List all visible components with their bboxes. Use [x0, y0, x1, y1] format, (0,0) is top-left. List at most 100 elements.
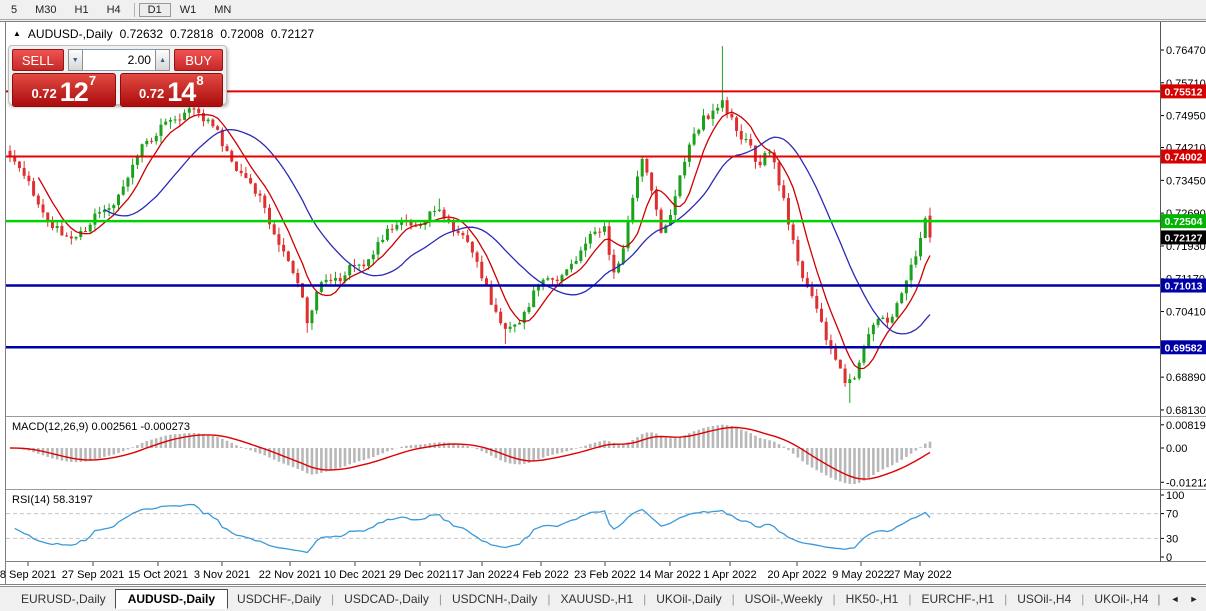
date-label: 1 Apr 2022	[703, 569, 756, 581]
bear-candle	[70, 236, 73, 238]
bull-candle	[126, 178, 129, 187]
bear-candle	[273, 224, 276, 234]
tab-hk50-h1[interactable]: HK50-,H1	[837, 590, 908, 608]
chart-tabs-bar: EURUSD-,DailyAUDUSD-,DailyUSDCHF-,Daily |…	[0, 586, 1206, 611]
bull-candle	[131, 165, 134, 178]
bull-candle	[98, 212, 101, 213]
bull-candle	[594, 232, 597, 234]
timeframe-button-h1[interactable]: H1	[66, 3, 98, 17]
bear-candle	[834, 349, 837, 360]
tab-usdcad-daily[interactable]: USDCAD-,Daily	[335, 590, 438, 608]
bull-candle	[636, 177, 639, 198]
tab-ukoil-h4[interactable]: UKOil-,H4	[1085, 590, 1157, 608]
tab-xauusd-h1[interactable]: XAUUSD-,H1	[551, 590, 642, 608]
bull-candle	[693, 134, 696, 145]
bull-candle	[867, 334, 870, 347]
bull-candle	[513, 324, 516, 326]
bull-candle	[381, 240, 384, 242]
bear-candle	[844, 369, 847, 383]
buy-price-base: 0.72	[139, 83, 164, 105]
bear-candle	[735, 117, 738, 130]
tab-scroll-left-button[interactable]: ◄	[1171, 594, 1180, 604]
bear-candle	[494, 305, 497, 312]
bear-candle	[18, 162, 21, 168]
bull-candle	[188, 108, 191, 112]
bear-candle	[178, 119, 181, 120]
date-label: 27 May 2022	[888, 569, 952, 581]
collapse-panel-icon[interactable]: ▲	[13, 29, 21, 39]
bear-candle	[815, 296, 818, 309]
tab-usdcnh-daily[interactable]: USDCNH-,Daily	[443, 590, 546, 608]
bear-candle	[457, 231, 460, 233]
bear-candle	[263, 196, 266, 208]
price-badge-label: 0.71013	[1165, 281, 1203, 293]
price-badge-label: 0.75512	[1165, 86, 1203, 98]
bull-candle	[631, 198, 634, 222]
date-label: 8 Sep 2021	[0, 569, 56, 581]
tab-scroll-right-button[interactable]: ►	[1189, 594, 1198, 604]
timeframe-button-5[interactable]: 5	[2, 3, 26, 17]
bear-candle	[249, 178, 252, 183]
timeframe-button-d1[interactable]: D1	[139, 3, 171, 17]
tab-separator: |	[1081, 592, 1084, 606]
timeframe-button-w1[interactable]: W1	[171, 3, 206, 17]
bull-candle	[575, 261, 578, 264]
bull-candle	[386, 229, 389, 240]
tab-separator: |	[908, 592, 911, 606]
bear-candle	[197, 109, 200, 113]
tab-usdchf-daily[interactable]: USDCHF-,Daily	[228, 590, 330, 608]
bull-candle	[75, 237, 78, 239]
sell-price-display[interactable]: 0.72 12 7	[12, 73, 116, 107]
tab-usoil-weekly[interactable]: USOil-,Weekly	[736, 590, 832, 608]
bull-candle	[348, 265, 351, 275]
bull-candle	[108, 208, 111, 210]
bear-candle	[645, 159, 648, 173]
ohlc-open: 0.72632	[120, 27, 163, 41]
tab-usoil-h4[interactable]: USOil-,H4	[1008, 590, 1080, 608]
tab-separator: |	[643, 592, 646, 606]
tab-separator: |	[732, 592, 735, 606]
rsi-indicator-label: RSI(14) 58.3197	[12, 494, 93, 506]
volume-increase-button[interactable]: ▲	[155, 49, 170, 71]
bear-candle	[461, 233, 464, 235]
bear-candle	[551, 278, 554, 280]
tab-audusd-daily[interactable]: AUDUSD-,Daily	[115, 589, 228, 609]
bull-candle	[372, 255, 375, 260]
bull-candle	[848, 379, 851, 383]
bear-candle	[820, 309, 823, 322]
bull-candle	[589, 234, 592, 244]
ohlc-close: 0.72127	[271, 27, 314, 41]
date-label: 4 Feb 2022	[513, 569, 569, 581]
bear-candle	[244, 173, 247, 178]
bull-candle	[155, 136, 158, 141]
bull-candle	[905, 280, 908, 293]
tab-eurchf-h1[interactable]: EURCHF-,H1	[912, 590, 1003, 608]
bull-candle	[716, 108, 719, 111]
sell-price-pips: 12	[60, 80, 88, 105]
timeframe-button-m30[interactable]: M30	[26, 3, 65, 17]
tab-scroll-controls: | ◄ ►	[1157, 592, 1206, 606]
timeframe-button-h4[interactable]: H4	[98, 3, 130, 17]
bear-candle	[928, 216, 931, 238]
buy-button[interactable]: BUY	[174, 49, 223, 71]
volume-input[interactable]	[83, 49, 155, 71]
volume-decrease-button[interactable]: ▼	[68, 49, 83, 71]
bear-candle	[42, 204, 45, 212]
tab-ukoil-daily[interactable]: UKOil-,Daily	[647, 590, 730, 608]
bear-candle	[65, 235, 68, 236]
date-label: 9 May 2022	[832, 569, 889, 581]
bear-candle	[329, 280, 332, 281]
tab-eurusd-daily[interactable]: EURUSD-,Daily	[12, 590, 115, 608]
date-label: 29 Dec 2021	[389, 569, 451, 581]
bull-candle	[768, 152, 771, 153]
bull-candle	[744, 139, 747, 140]
buy-price-display[interactable]: 0.72 14 8	[120, 73, 224, 107]
sell-button[interactable]: SELL	[12, 49, 64, 71]
date-label: 20 Apr 2022	[767, 569, 826, 581]
date-label: 23 Feb 2022	[574, 569, 636, 581]
bull-candle	[688, 145, 691, 162]
bull-candle	[395, 225, 398, 230]
bear-candle	[650, 173, 653, 191]
timeframe-button-mn[interactable]: MN	[205, 3, 240, 17]
bear-candle	[32, 181, 35, 195]
